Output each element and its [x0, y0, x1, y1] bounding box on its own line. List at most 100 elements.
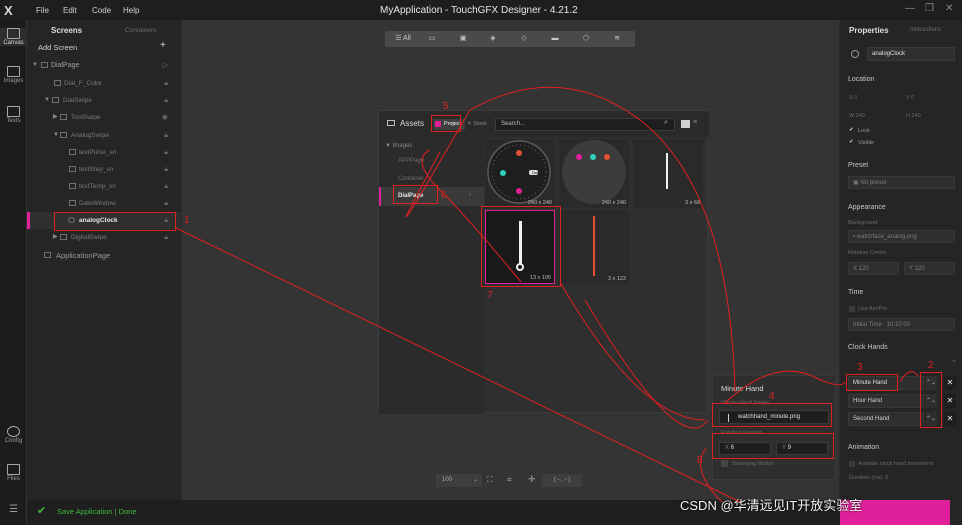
rotation-y-input[interactable]: Y 9: [776, 442, 828, 455]
remove-hand-icon[interactable]: ✕: [944, 394, 956, 408]
lock-icon[interactable]: 🔒︎: [164, 75, 168, 92]
lock-checkbox[interactable]: ✔: [849, 127, 854, 133]
tree-item-dial-f-color[interactable]: Dial_F_Color 🔒︎: [27, 75, 181, 92]
remove-hand-icon[interactable]: ✕: [944, 412, 956, 426]
tree-item-digitalswipe[interactable]: ▶ DigitalSwipe 🔒︎: [27, 229, 181, 246]
tree-item-textstep[interactable]: textStep_sn 🔒︎: [27, 161, 181, 178]
restore-icon[interactable]: ❐: [925, 3, 934, 14]
w-field[interactable]: W 240: [849, 113, 865, 119]
shapes-icon[interactable]: ◇: [514, 33, 534, 45]
add-screen-button[interactable]: Add Screen: [38, 43, 77, 52]
x-field[interactable]: X 0: [849, 95, 857, 101]
grid-view-icon[interactable]: [681, 120, 690, 128]
plus-icon[interactable]: +: [160, 40, 166, 51]
lock-icon[interactable]: 🔒︎: [164, 229, 168, 246]
rail-config[interactable]: Config: [0, 426, 27, 444]
initial-time-field[interactable]: Initial Time 10:10:00: [848, 318, 955, 331]
nav-images[interactable]: ▼ Images: [385, 143, 412, 149]
menu-file[interactable]: File: [36, 6, 49, 15]
sweeping-checkbox[interactable]: [721, 460, 728, 467]
nav-container[interactable]: Container: [398, 176, 424, 182]
move-up-down-icon[interactable]: ⌃⌄: [925, 412, 937, 426]
rail-files[interactable]: Files: [0, 464, 27, 482]
hamburger-icon[interactable]: ☰: [0, 504, 27, 515]
preset-select[interactable]: ▣ No preset: [848, 176, 955, 189]
tree-item-datewindow[interactable]: DateWindow 🔒︎: [27, 195, 181, 212]
second-hand-item[interactable]: Second Hand: [848, 412, 924, 426]
tree-item-textpulse[interactable]: textPulse_sn 🔒︎: [27, 144, 181, 161]
button-icon[interactable]: ▬: [545, 33, 565, 45]
tree-item-analogswipe[interactable]: ▼ AnalogSwipe 🔒︎: [27, 127, 181, 144]
chevron-down-icon[interactable]: ▼: [32, 57, 38, 74]
lock-icon[interactable]: 🔒︎: [164, 212, 168, 229]
nav-apppage[interactable]: APPPage: [398, 158, 424, 164]
chevron-right-icon[interactable]: ▶: [53, 229, 58, 246]
lock-icon[interactable]: 🔒︎: [164, 178, 168, 195]
stack-icon[interactable]: ≋: [607, 33, 627, 45]
menu-help[interactable]: Help: [123, 6, 139, 15]
asset-thumb-watchface-2[interactable]: 240 x 240: [559, 139, 629, 208]
image-icon[interactable]: ▣: [453, 33, 473, 45]
menu-edit[interactable]: Edit: [63, 6, 77, 15]
cube-icon[interactable]: ⬡: [576, 33, 596, 45]
visible-checkbox[interactable]: ✔: [849, 139, 854, 145]
rail-images[interactable]: Images: [0, 66, 27, 84]
crop-icon[interactable]: ⌗: [507, 475, 512, 485]
tab-stock[interactable]: ✕ Stock: [467, 121, 487, 127]
tree-item-dialpage[interactable]: ▼ DialPage ▷: [27, 57, 181, 74]
remove-hand-icon[interactable]: ✕: [944, 376, 956, 390]
asset-thumb-minute-hand[interactable]: 13 x 105: [485, 210, 555, 284]
y-field[interactable]: Y 0: [906, 95, 914, 101]
layers-icon[interactable]: ◈: [483, 33, 503, 45]
asset-search-input[interactable]: Search...: [495, 118, 675, 131]
rail-texts[interactable]: Texts: [0, 106, 27, 124]
search-icon[interactable]: ⌕: [664, 119, 668, 127]
lock-icon[interactable]: 🔒︎: [164, 127, 168, 144]
filter-all-button[interactable]: ☰ All: [391, 33, 415, 45]
move-icon[interactable]: ✛: [528, 474, 536, 485]
chevron-right-icon[interactable]: ▶: [53, 109, 58, 126]
minute-hand-item[interactable]: Minute Hand: [848, 376, 924, 390]
tab-properties[interactable]: Properties: [849, 26, 889, 35]
play-icon[interactable]: ▷: [163, 57, 168, 74]
add-hand-icon[interactable]: +: [952, 358, 956, 365]
menu-code[interactable]: Code: [92, 6, 111, 15]
h-field[interactable]: H 240: [906, 113, 921, 119]
close-icon[interactable]: ✕: [945, 3, 953, 14]
lock-icon[interactable]: 🔒︎: [164, 161, 168, 178]
tab-interactions[interactable]: Interactions: [910, 27, 941, 33]
animate-checkbox[interactable]: [849, 461, 855, 467]
chevron-down-icon[interactable]: ▼: [44, 92, 50, 109]
minute-hand-image-field[interactable]: watchhand_minute.png: [719, 410, 829, 424]
hour-hand-item[interactable]: Hour Hand: [848, 394, 924, 408]
lock-icon[interactable]: 🔒︎: [164, 144, 168, 161]
asset-thumb-second-hand[interactable]: 3 x 68: [633, 139, 703, 208]
lock-icon[interactable]: 🔒︎: [164, 195, 168, 212]
move-up-down-icon[interactable]: ⌃⌄: [925, 394, 937, 408]
asset-thumb-watchface[interactable]: Date 240 x 240: [485, 139, 555, 208]
tree-item-analogclock[interactable]: analogClock 🔒︎: [27, 212, 181, 229]
rotation-center-x[interactable]: X 120: [848, 262, 899, 275]
rotation-x-input[interactable]: X 6: [719, 442, 771, 455]
component-name-input[interactable]: analogClock: [867, 47, 955, 61]
fit-icon[interactable]: ⛶: [487, 475, 493, 485]
background-image-field[interactable]: ▪ watchface_analog.png: [848, 230, 955, 243]
tree-item-texttemp[interactable]: textTemp_sn 🔒︎: [27, 178, 181, 195]
tree-item-dialswipe[interactable]: ▼ DialSwipe 🔒︎: [27, 92, 181, 109]
rotation-center-y[interactable]: Y 120: [904, 262, 955, 275]
rail-canvas[interactable]: Canvas: [0, 28, 27, 46]
tree-item-applicationpage[interactable]: ApplicationPage: [27, 247, 181, 264]
tab-containers[interactable]: Containers: [125, 27, 156, 34]
nav-dialpage[interactable]: DialPage ›: [379, 187, 484, 206]
tab-screens[interactable]: Screens: [51, 26, 82, 35]
list-view-icon[interactable]: ≡: [693, 119, 697, 126]
lock-icon[interactable]: 🔒︎: [164, 92, 168, 109]
eye-icon[interactable]: ◉: [162, 109, 168, 126]
move-up-down-icon[interactable]: ⌃⌄: [925, 376, 937, 390]
chevron-down-icon[interactable]: ▼: [53, 127, 59, 144]
minimize-icon[interactable]: —: [905, 3, 915, 14]
asset-thumb-hour-hand[interactable]: 3 x 123: [559, 210, 629, 284]
tree-item-toolswipe[interactable]: ▶ ToolSwipe ◉: [27, 109, 181, 126]
display-icon[interactable]: ▭: [422, 33, 442, 45]
ampm-checkbox[interactable]: [849, 306, 855, 312]
